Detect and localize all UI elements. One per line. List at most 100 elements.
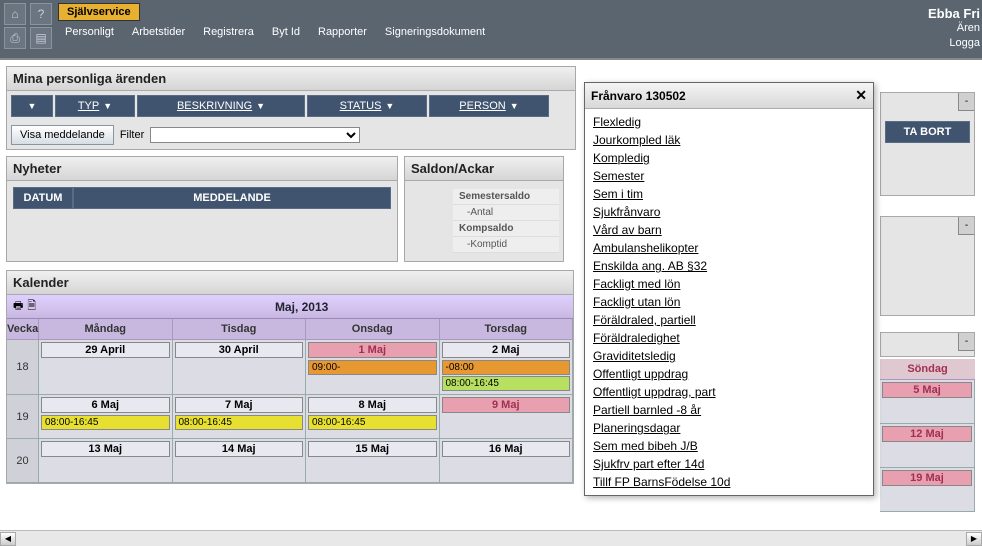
menu-arbetstider[interactable]: Arbetstider	[125, 23, 192, 41]
cal-date: 6 Maj	[41, 397, 170, 413]
user-line1[interactable]: Ären	[928, 21, 980, 36]
popup-item[interactable]: Flexledig	[593, 113, 865, 131]
menu-registrera[interactable]: Registrera	[196, 23, 261, 41]
popup-item[interactable]: Vård av barn	[593, 221, 865, 239]
cal-cell[interactable]: 6 Maj 08:00-16:45	[39, 395, 173, 439]
col-meddelande[interactable]: MEDDELANDE	[73, 187, 391, 209]
col-datum[interactable]: DATUM	[13, 187, 73, 209]
minimize-icon[interactable]: -	[958, 333, 974, 351]
close-icon[interactable]: ✕	[855, 87, 867, 104]
cal-cell-sun[interactable]: 12 Maj	[880, 424, 975, 468]
popup-item[interactable]: Offentligt uppdrag, part	[593, 383, 865, 401]
cal-event[interactable]: -08:00	[442, 360, 571, 375]
cal-date: 8 Maj	[308, 397, 437, 413]
top-bar: ⌂ ⎙ ? ▤ Självservice Personligt Arbetsti…	[0, 0, 982, 58]
popup-item[interactable]: Sjukfrv part efter 14d	[593, 455, 865, 473]
cal-cell[interactable]: 16 Maj	[440, 439, 574, 483]
saldon-row: Semestersaldo	[453, 189, 559, 205]
popup-item[interactable]: Kompledig	[593, 149, 865, 167]
popup-item[interactable]: Semester	[593, 167, 865, 185]
right-gap-panel2: -	[880, 216, 975, 316]
cal-cell-sun[interactable]: 5 Maj	[880, 380, 975, 424]
popup-item[interactable]: Offentligt uppdrag	[593, 365, 865, 383]
right-gap-panel3: -	[880, 332, 975, 357]
user-name: Ebba Fri	[928, 6, 980, 21]
filter-label: Filter	[120, 129, 144, 141]
saldon-title: Saldon/Ackar	[405, 157, 563, 181]
popup-item[interactable]: Graviditetsledig	[593, 347, 865, 365]
scroll-left-icon[interactable]: ◀	[0, 532, 16, 546]
popup-body: FlexledigJourkompled läkKompledigSemeste…	[585, 109, 873, 495]
cal-cell[interactable]: 9 Maj	[440, 395, 574, 439]
main-menu: Personligt Arbetstider Registrera Byt Id…	[58, 23, 492, 41]
nyheter-panel: Nyheter DATUM MEDDELANDE	[6, 156, 398, 262]
page-icon[interactable]: ▤	[30, 27, 52, 49]
cal-date: 2 Maj	[442, 342, 571, 358]
ta-bort-header[interactable]: TA BORT	[885, 121, 970, 143]
help-icon[interactable]: ?	[30, 3, 52, 25]
menu-personligt[interactable]: Personligt	[58, 23, 121, 41]
calendar-sunday-col: Söndag 5 Maj12 Maj19 Maj	[880, 359, 975, 512]
cal-cell[interactable]: 30 April	[173, 340, 307, 395]
cal-cell[interactable]: 29 April	[39, 340, 173, 395]
cal-event[interactable]: 09:00-	[308, 360, 437, 375]
cal-event[interactable]: 08:00-16:45	[442, 376, 571, 391]
cal-cell[interactable]: 14 Maj	[173, 439, 307, 483]
cal-event[interactable]: 08:00-16:45	[175, 415, 304, 430]
popup-item[interactable]: Föräldraled, partiell	[593, 311, 865, 329]
popup-item[interactable]: Planeringsdagar	[593, 419, 865, 437]
cal-date: 19 Maj	[882, 470, 972, 486]
selfservice-tab[interactable]: Självservice	[58, 3, 140, 21]
cal-event[interactable]: 08:00-16:45	[41, 415, 170, 430]
bottom-scrollbar[interactable]: ◀ ▶	[0, 530, 982, 546]
cal-cell[interactable]: 13 Maj	[39, 439, 173, 483]
menu-rapporter[interactable]: Rapporter	[311, 23, 374, 41]
cal-head: Onsdag	[306, 319, 440, 340]
cal-cell[interactable]: 1 Maj09:00-	[306, 340, 440, 395]
user-line2[interactable]: Logga	[928, 36, 980, 51]
cal-cell-sun[interactable]: 19 Maj	[880, 468, 975, 512]
cal-cell[interactable]: 2 Maj -08:0008:00-16:45	[440, 340, 574, 395]
cal-cell[interactable]: 8 Maj 08:00-16:45	[306, 395, 440, 439]
popup-item[interactable]: Ambulanshelikopter	[593, 239, 865, 257]
menu-bytid[interactable]: Byt Id	[265, 23, 307, 41]
cal-date: 7 Maj	[175, 397, 304, 413]
popup-item[interactable]: Föräldraledighet	[593, 329, 865, 347]
minimize-icon[interactable]: -	[958, 93, 974, 111]
user-block: Ebba Fri Ären Logga	[928, 6, 982, 51]
visa-meddelande-button[interactable]: Visa meddelande	[11, 125, 114, 145]
cal-cell[interactable]: 15 Maj	[306, 439, 440, 483]
right-gap-panel1: - TA BORT	[880, 92, 975, 196]
scroll-right-icon[interactable]: ▶	[966, 532, 982, 546]
errands-panel: Mina personliga ärenden ▼ TYP▼ BESKRIVNI…	[6, 66, 576, 150]
cal-doc-icon[interactable]: 🗎	[27, 297, 36, 316]
errands-title: Mina personliga ärenden	[7, 67, 575, 91]
popup-item[interactable]: Sem med bibeh J/B	[593, 437, 865, 455]
nyheter-title: Nyheter	[7, 157, 397, 181]
minimize-icon[interactable]: -	[958, 217, 974, 235]
kalender-panel: Kalender 🖶 🗎 Maj, 2013 VeckaMåndagTisdag…	[6, 270, 574, 484]
errands-expand[interactable]: ▼	[11, 95, 53, 117]
cal-event[interactable]: 08:00-16:45	[308, 415, 437, 430]
print-icon[interactable]: ⎙	[4, 27, 26, 49]
popup-item[interactable]: Tillf FP BarnsFödelse 10d	[593, 473, 865, 491]
col-status[interactable]: STATUS▼	[307, 95, 427, 117]
cal-cell[interactable]: 7 Maj 08:00-16:45	[173, 395, 307, 439]
saldon-row: -Komptid	[453, 237, 559, 253]
kalender-title: Kalender	[7, 271, 573, 295]
popup-item[interactable]: Partiell barnled -8 år	[593, 401, 865, 419]
filter-select[interactable]	[150, 127, 360, 143]
popup-item[interactable]: Fackligt utan lön	[593, 293, 865, 311]
col-beskrivning[interactable]: BESKRIVNING▼	[137, 95, 305, 117]
popup-item[interactable]: Sjukfrånvaro	[593, 203, 865, 221]
cal-date: 13 Maj	[41, 441, 170, 457]
popup-item[interactable]: Jourkompled läk	[593, 131, 865, 149]
popup-item[interactable]: Enskilda ang. AB §32	[593, 257, 865, 275]
cal-print-icon[interactable]: 🖶	[13, 297, 23, 316]
popup-item[interactable]: Fackligt med lön	[593, 275, 865, 293]
popup-item[interactable]: Sem i tim	[593, 185, 865, 203]
home-icon[interactable]: ⌂	[4, 3, 26, 25]
menu-signering[interactable]: Signeringsdokument	[378, 23, 492, 41]
col-typ[interactable]: TYP▼	[55, 95, 135, 117]
col-person[interactable]: PERSON▼	[429, 95, 549, 117]
